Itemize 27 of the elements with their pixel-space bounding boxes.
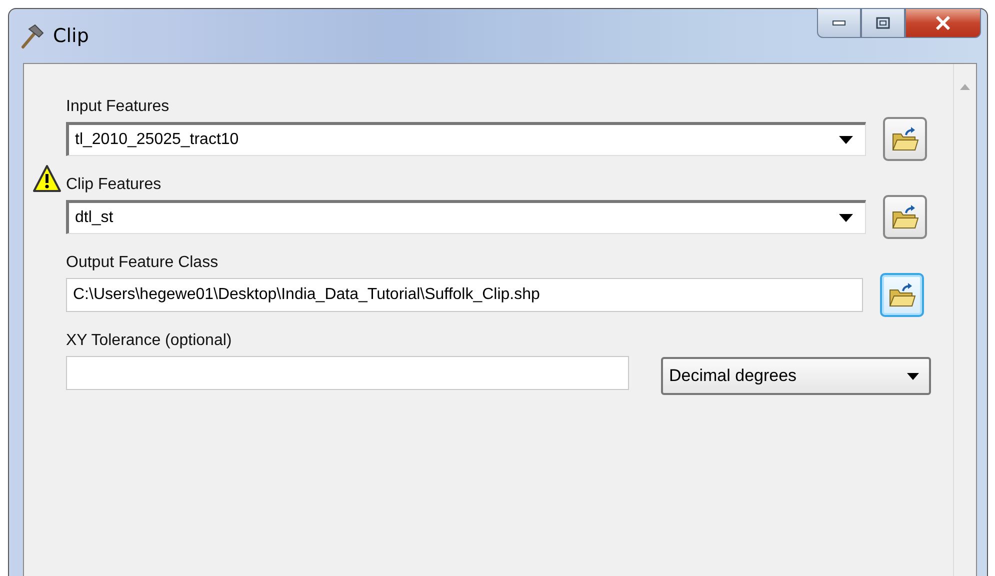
minimize-button[interactable] bbox=[817, 8, 861, 38]
caret-icon bbox=[907, 372, 919, 380]
folder-icon bbox=[891, 126, 919, 152]
caret-icon bbox=[839, 214, 853, 222]
parameter-label: Clip Features bbox=[66, 176, 162, 194]
caret-icon bbox=[839, 136, 853, 144]
units-dropdown[interactable]: Decimal degrees bbox=[661, 357, 931, 395]
close-icon bbox=[935, 16, 951, 30]
minimize-icon bbox=[832, 20, 846, 26]
parameter-label: Input Features bbox=[66, 98, 170, 116]
folder-icon bbox=[891, 204, 919, 230]
dropdown-field[interactable]: dtl_st bbox=[66, 200, 866, 234]
tolerance-field[interactable] bbox=[66, 356, 629, 390]
path-field[interactable]: C:\Users\hegewe01\Desktop\India_Data_Tutorial\Suffolk_Clip.shp bbox=[66, 278, 863, 312]
parameter-label: Output Feature Class bbox=[66, 254, 218, 272]
parameter-label: XY Tolerance (optional) bbox=[66, 332, 232, 350]
window-title: Clip bbox=[53, 25, 89, 47]
browse-button[interactable] bbox=[883, 195, 927, 239]
hammer-icon bbox=[19, 23, 45, 49]
scroll-up-icon bbox=[960, 84, 970, 90]
browse-button[interactable] bbox=[883, 117, 927, 161]
maximize-button[interactable] bbox=[861, 8, 905, 38]
restore-icon bbox=[876, 17, 890, 29]
folder-icon bbox=[888, 282, 916, 308]
browse-button[interactable] bbox=[880, 273, 924, 317]
close-button[interactable] bbox=[905, 8, 981, 38]
dropdown-field[interactable]: tl_2010_25025_tract10 bbox=[66, 122, 866, 156]
